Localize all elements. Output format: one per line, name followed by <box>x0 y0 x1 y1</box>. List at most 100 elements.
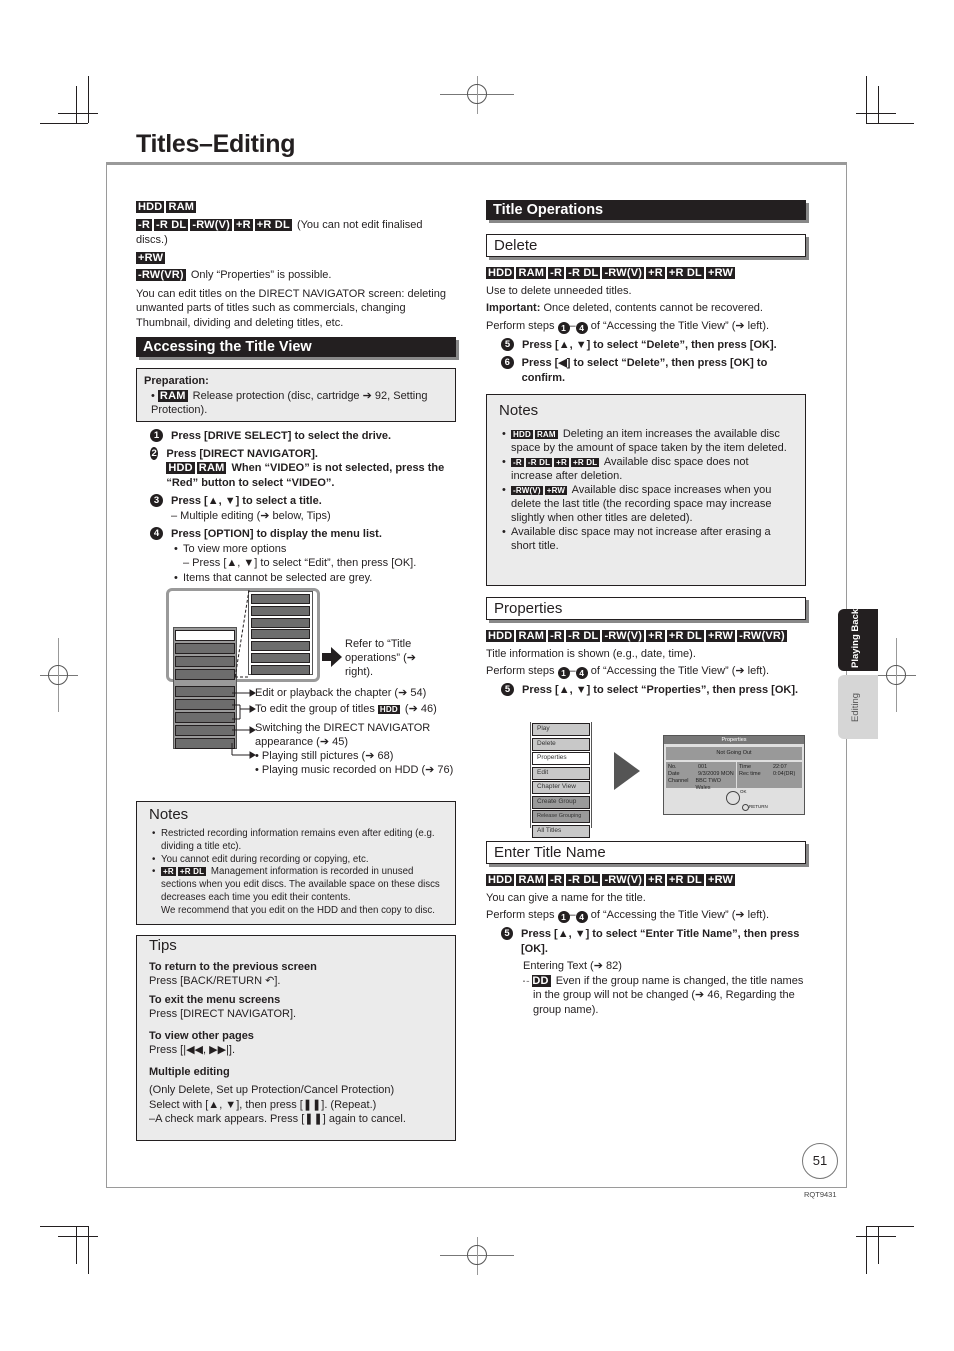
disc-tag: -RW(VR) <box>136 269 186 281</box>
accessing-title-view-section: Accessing the Title View <box>136 337 456 367</box>
refer-title-operations: Refer to “Title operations” (➔ right). <box>345 638 416 678</box>
note-item: HDDRAM Deleting an item increases the av… <box>502 427 793 455</box>
disc-tag: +RW <box>705 874 736 886</box>
disc-tag: -RW(V) <box>190 218 232 231</box>
note-item: Available disc space may not increase af… <box>502 525 793 553</box>
disc-tag: HDD <box>486 874 515 886</box>
disc-tag: -R <box>548 267 565 279</box>
screen-title-name: Not Going Out <box>666 747 802 760</box>
disc-tag: HDD <box>486 267 515 279</box>
option-menu-item[interactable]: Chapter View <box>532 781 590 794</box>
step-number-icon: 2 <box>150 446 159 460</box>
disc-tag: +R <box>646 630 665 642</box>
step-4: 4 Press [OPTION] to display the menu lis… <box>150 527 455 585</box>
disc-tag: +R DL <box>571 458 600 467</box>
disc-tag: RAM <box>196 462 227 474</box>
tips-heading: Tips <box>149 937 177 954</box>
step-5: 5 Press [▲, ▼] to select “Enter Title Nam… <box>501 927 806 956</box>
page-number: 51 <box>802 1143 838 1179</box>
disc-tag: RAM <box>516 630 547 642</box>
disc-tag: RAM <box>534 430 558 439</box>
disc-tag: -R DL <box>566 630 601 642</box>
note-item: -RW(V)+RW Available disc space increases… <box>502 483 793 525</box>
properties-screen: Properties Not Going Out No. 001 Date 9/3/… <box>663 735 805 815</box>
step-1: 1 Press [DRIVE SELECT] to select the dri… <box>150 429 455 444</box>
disc-tag: +R <box>646 267 665 279</box>
disc-tag: +RW <box>705 630 736 642</box>
enter-title-name-heading: Enter Title Name <box>486 841 806 864</box>
disc-tag: -RW(VR) <box>737 630 787 642</box>
step-5: 5 Press [▲, ▼] to select “Delete”, then p… <box>501 337 806 353</box>
disc-tag: +RW <box>705 267 736 279</box>
note-item: -R-R DL+R+R DL Available disc space does… <box>502 455 793 483</box>
preparation-label: Preparation: <box>144 375 209 387</box>
step-number-icon: 4 <box>150 527 163 540</box>
perform-steps: Perform steps 1–4 of “Accessing the Titl… <box>486 319 770 334</box>
disc-tag: +RW <box>136 251 166 264</box>
option-menu-item[interactable]: All Titles <box>532 824 590 838</box>
nav-ok-icon <box>726 791 740 805</box>
title-operations-section: Title Operations <box>486 200 806 230</box>
return-icon <box>742 804 749 811</box>
disc-tag: -R <box>548 874 565 886</box>
option-menu-item[interactable]: Create Group <box>532 795 590 809</box>
disc-tag-row: HDD RAM -R -R DL -RW(V) +R +R DL +RW <box>486 873 806 888</box>
option-menu-item[interactable]: Play <box>532 723 590 736</box>
option-menu-item[interactable]: Release Grouping <box>532 810 590 823</box>
right-arrow-icon <box>322 647 342 667</box>
step-6: 6 Press [◀] to select “Delete”, then pres… <box>501 356 806 385</box>
disc-tag: HDD <box>136 201 165 213</box>
disc-tag: -RW(V) <box>602 630 645 642</box>
screen-title: Properties <box>664 736 804 744</box>
properties-heading: Properties <box>486 597 806 620</box>
disc-tag: -R DL <box>154 218 189 231</box>
section-heading: Title Operations <box>486 200 806 220</box>
disc-tag: +RW <box>544 486 568 495</box>
diagram-callouts: Edit or playback the chapter (➔ 54) To e… <box>255 687 454 776</box>
option-menu-item[interactable]: Properties <box>532 752 590 765</box>
disc-tag: -R <box>511 458 524 467</box>
perform-steps: Perform steps 1–4 of “Accessing the Titl… <box>486 665 770 679</box>
perform-steps: Perform steps 1–4 of “Accessing the Titl… <box>486 909 770 923</box>
step-5: 5 Press [▲, ▼] to select “Properties”, th… <box>501 683 811 698</box>
option-menu-item[interactable]: Edit <box>532 766 590 780</box>
access-steps: 1 Press [DRIVE SELECT] to select the dri… <box>150 427 455 587</box>
screen-fields: No. 001 Date 9/3/2009 MON Channel BBC TWO W… <box>666 762 802 791</box>
disc-tag: +R DL <box>177 867 207 877</box>
rwvr-note: Only “Properties” is possible. <box>190 269 332 281</box>
disc-tag: HDD <box>524 974 551 987</box>
preparation-box: Preparation: • RAM Release protection (d… <box>136 368 456 422</box>
disc-tag: +R <box>161 867 176 877</box>
disc-tag: RAM <box>166 201 197 213</box>
side-tab-playing-back-label: Playing Back <box>850 608 861 668</box>
disc-tag: +R DL <box>254 218 292 231</box>
step-2: 2 Press [DIRECT NAVIGATOR]. HDD RAM When … <box>150 446 445 489</box>
disc-tag: -RW(V) <box>511 486 543 495</box>
side-tab-playing-back[interactable]: Playing Back <box>838 609 878 671</box>
disc-tag: RAM <box>516 874 547 886</box>
disc-tag: -R DL <box>566 267 601 279</box>
side-tab-editing[interactable]: Editing <box>838 675 878 739</box>
step-number-icon: 5 <box>501 683 514 696</box>
enter-title-name-section: HDD RAM -R -R DL -RW(V) +R +R DL +RW You can gi… <box>486 873 806 1017</box>
disc-tag: -R <box>548 630 565 642</box>
play-arrow-icon <box>614 752 640 790</box>
disc-tag: +R <box>646 874 665 886</box>
side-tab-editing-label: Editing <box>850 692 861 722</box>
disc-tag: +R <box>554 458 570 467</box>
disc-tag: HDD <box>486 630 515 642</box>
properties-option-menu: Play Delete Properties Edit Chapter View Crea… <box>530 722 592 838</box>
disc-tag: +R DL <box>666 267 704 279</box>
disc-tag: -R <box>136 218 153 231</box>
disc-tag: HDD <box>377 705 400 714</box>
disc-tag-row: HDD RAM -R -R DL -RW(V) +R +R DL +RW <box>486 266 806 281</box>
disc-tag: RAM <box>516 267 547 279</box>
delete-section: HDD RAM -R -R DL -RW(V) +R +R DL +RW Use to del… <box>486 266 806 387</box>
disc-tag: HDD <box>166 462 195 474</box>
option-menu-item[interactable]: Delete <box>532 737 590 751</box>
left-notes-box: Notes Restricted recording information r… <box>136 801 456 925</box>
note-item: You cannot edit during recording or copy… <box>152 854 443 867</box>
tips-box: Tips To return to the previous screen Pr… <box>136 935 456 1141</box>
disc-tag: -R DL <box>525 458 553 467</box>
properties-section: HDD RAM -R -R DL -RW(V) +R +R DL +RW -RW(VR) Tit… <box>486 629 811 700</box>
